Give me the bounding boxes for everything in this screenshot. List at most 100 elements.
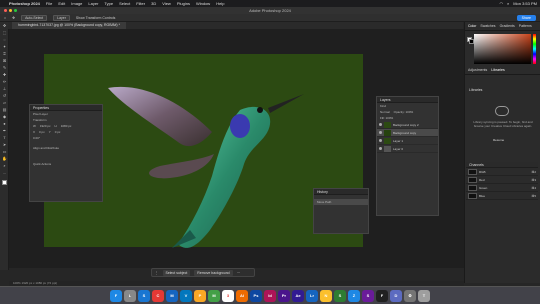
tab-color[interactable]: Color xyxy=(468,24,476,28)
type-tool-icon[interactable]: T xyxy=(0,134,9,141)
zoom-window-button[interactable] xyxy=(14,9,17,12)
auto-select-toggle[interactable]: Auto-Select xyxy=(21,14,48,21)
marquee-tool-icon[interactable]: ⬚ xyxy=(0,29,9,36)
dock-vscode-icon[interactable]: V xyxy=(180,289,192,302)
dock-safari-icon[interactable]: S xyxy=(138,289,150,302)
channel-row[interactable]: Green ⌘4 xyxy=(466,184,538,192)
angle-field[interactable]: 0.00° xyxy=(30,135,102,141)
y-field[interactable]: 0 px xyxy=(55,129,61,135)
menu-type[interactable]: Type xyxy=(104,1,113,6)
dock-spotify-icon[interactable]: S xyxy=(334,289,346,302)
eye-icon[interactable] xyxy=(379,139,382,142)
menu-layer[interactable]: Layer xyxy=(88,1,98,6)
search-icon[interactable]: ⌕ xyxy=(507,1,509,6)
dock-photoshop-icon[interactable]: Ps xyxy=(250,289,262,302)
lasso-tool-icon[interactable]: ◌ xyxy=(0,36,9,43)
dock-finder-icon[interactable]: F xyxy=(110,289,122,302)
eye-icon[interactable] xyxy=(379,131,382,134)
dock-indesign-icon[interactable]: Id xyxy=(264,289,276,302)
layer-row[interactable]: Layer 0 xyxy=(377,145,438,153)
dock-messages-icon[interactable]: M xyxy=(208,289,220,302)
healing-brush-icon[interactable]: ✚ xyxy=(0,71,9,78)
history-item[interactable]: Move Path xyxy=(314,199,368,205)
minimize-window-button[interactable] xyxy=(9,9,12,12)
drag-handle-icon[interactable]: ⋮ xyxy=(155,271,159,275)
brush-tool-icon[interactable]: ✏ xyxy=(0,78,9,85)
pen-tool-icon[interactable]: ✒ xyxy=(0,127,9,134)
close-window-button[interactable] xyxy=(4,9,7,12)
transform-controls-checkbox[interactable]: Show Transform Controls xyxy=(76,16,116,20)
dock-figma-icon[interactable]: F xyxy=(376,289,388,302)
menu-filter[interactable]: Filter xyxy=(136,1,145,6)
dock-illustrator-icon[interactable]: Ai xyxy=(236,289,248,302)
blur-tool-icon[interactable]: ◆ xyxy=(0,113,9,120)
channel-row[interactable]: RGB ⌘2 xyxy=(466,168,538,176)
dock-mail-icon[interactable]: M xyxy=(166,289,178,302)
menu-app-name[interactable]: Photoshop 2024 xyxy=(9,1,40,6)
dock-notes-icon[interactable]: N xyxy=(320,289,332,302)
eyedropper-icon[interactable]: ✎ xyxy=(0,64,9,71)
layer-row[interactable]: Layer 1 xyxy=(377,137,438,145)
quick-actions-section[interactable]: Quick Actions xyxy=(30,161,102,167)
color-field[interactable] xyxy=(474,34,531,64)
color-swatches[interactable] xyxy=(0,176,9,188)
crop-tool-icon[interactable]: ⌗ xyxy=(0,50,9,57)
layer-row-selected[interactable]: Background copy xyxy=(377,129,438,137)
more-options-icon[interactable]: ⋯ xyxy=(237,271,241,275)
resume-sync-button[interactable]: Resume xyxy=(493,138,504,142)
height-field[interactable]: 1080 px xyxy=(61,123,72,129)
dock-settings-icon[interactable]: ⚙ xyxy=(404,289,416,302)
tab-gradients[interactable]: Gradients xyxy=(500,24,515,28)
background-swatch[interactable] xyxy=(469,39,474,44)
gradient-tool-icon[interactable]: ▤ xyxy=(0,106,9,113)
menu-3d[interactable]: 3D xyxy=(151,1,156,6)
dock-slack-icon[interactable]: S xyxy=(362,289,374,302)
menu-select[interactable]: Select xyxy=(119,1,130,6)
menu-help[interactable]: Help xyxy=(216,1,224,6)
menu-file[interactable]: File xyxy=(46,1,52,6)
eraser-icon[interactable]: ▱ xyxy=(0,99,9,106)
select-subject-button[interactable]: Select subject xyxy=(162,269,191,276)
zoom-level[interactable]: 100% xyxy=(13,281,21,285)
remove-background-button[interactable]: Remove background xyxy=(194,269,233,276)
tab-swatches[interactable]: Swatches xyxy=(480,24,495,28)
dock-calendar-icon[interactable]: 3 xyxy=(222,289,234,302)
tab-adjustments[interactable]: Adjustments xyxy=(468,68,487,72)
menu-view[interactable]: View xyxy=(162,1,171,6)
menu-plugins[interactable]: Plugins xyxy=(177,1,190,6)
shape-tool-icon[interactable]: ▭ xyxy=(0,148,9,155)
opacity-field[interactable]: Opacity: 100% xyxy=(394,109,414,115)
tab-libraries[interactable]: Libraries xyxy=(491,68,504,72)
layer-row[interactable]: Background copy 2 xyxy=(377,121,438,129)
more-tools-icon[interactable]: … xyxy=(0,169,9,176)
eye-icon[interactable] xyxy=(379,147,382,150)
channel-row[interactable]: Red ⌘3 xyxy=(466,176,538,184)
auto-select-target[interactable]: Layer xyxy=(53,14,70,21)
dock-lightroom-icon[interactable]: Lr xyxy=(306,289,318,302)
hand-tool-icon[interactable]: ✋ xyxy=(0,155,9,162)
history-title[interactable]: History xyxy=(314,189,368,195)
dock-chrome-icon[interactable]: C xyxy=(152,289,164,302)
clone-stamp-icon[interactable]: ⊥ xyxy=(0,85,9,92)
move-tool-icon[interactable]: ✥ xyxy=(12,16,15,20)
dock-trash-icon[interactable]: T xyxy=(418,289,430,302)
frame-tool-icon[interactable]: ⊠ xyxy=(0,57,9,64)
zoom-tool-icon[interactable]: ⌕ xyxy=(0,162,9,169)
menu-edit[interactable]: Edit xyxy=(58,1,65,6)
hue-slider[interactable] xyxy=(533,34,536,64)
home-icon[interactable]: ⌂ xyxy=(4,16,6,20)
menu-clock[interactable]: Mon 3:53 PM xyxy=(513,1,537,6)
align-section[interactable]: Align and Distribute xyxy=(30,145,102,151)
dock-zoom-icon[interactable]: Z xyxy=(348,289,360,302)
dock-premiere-icon[interactable]: Pr xyxy=(278,289,290,302)
channel-row[interactable]: Blue ⌘5 xyxy=(466,192,538,200)
history-brush-icon[interactable]: ↺ xyxy=(0,92,9,99)
path-select-icon[interactable]: ➤ xyxy=(0,141,9,148)
share-button[interactable]: Share xyxy=(516,15,536,21)
dock-aftereffects-icon[interactable]: Ae xyxy=(292,289,304,302)
dock-photos-icon[interactable]: P xyxy=(194,289,206,302)
eye-icon[interactable] xyxy=(379,123,382,126)
magic-wand-icon[interactable]: ✦ xyxy=(0,43,9,50)
dock-discord-icon[interactable]: D xyxy=(390,289,402,302)
document-tab[interactable]: hummingbird-7137037.jpg @ 100% (Backgrou… xyxy=(12,22,126,29)
